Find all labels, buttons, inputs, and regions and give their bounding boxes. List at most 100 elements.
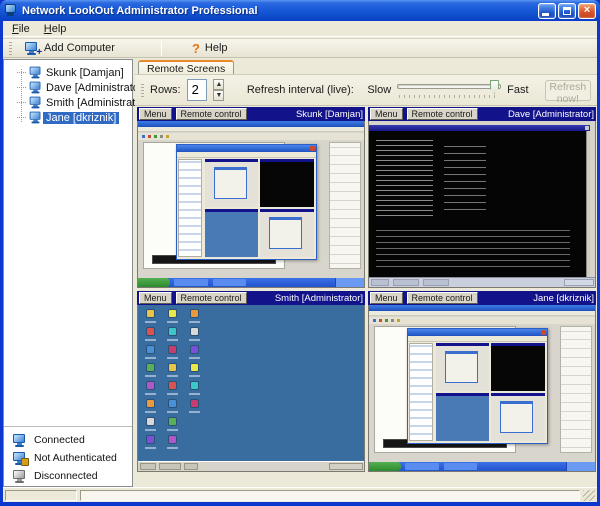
rows-increment-button[interactable]: ▲ (213, 79, 224, 90)
app-window: Network LookOut Administrator Profession… (0, 0, 600, 506)
system-tray (335, 278, 364, 287)
close-button[interactable]: × (578, 3, 596, 19)
nested-window-sidebar (409, 343, 432, 441)
tree-connector (17, 72, 26, 73)
toolbar-help-button[interactable]: ? Help (186, 40, 234, 57)
toolbar: + Add Computer ? Help (3, 38, 597, 58)
screen-controls-bar: Rows: 2 ▲ ▼ Refresh interval (live): Slo… (135, 74, 597, 106)
screen-remote-control-button[interactable]: Remote control (407, 292, 478, 304)
refresh-now-button[interactable]: Refresh now! (545, 80, 591, 101)
remote-app-menubar (369, 311, 595, 316)
remote-screen-panel-skunk: Menu Remote control Skunk [Damjan] (137, 107, 365, 288)
add-computer-button[interactable]: + Add Computer (18, 40, 121, 57)
computer-item-dave[interactable]: Dave [Administrator] (4, 80, 132, 95)
disconnected-computer-icon (12, 470, 27, 483)
nested-window-sidebar (178, 159, 201, 257)
window-body: File Help + Add Computer ? Help Skunk [D… (3, 21, 597, 502)
remote-screen-panel-jane: Menu Remote control Jane [dkriznik] (368, 291, 596, 472)
computer-icon (29, 67, 43, 79)
screen-menu-button[interactable]: Menu (139, 108, 172, 120)
tree-connector (17, 117, 26, 118)
screen-computer-name: Jane [dkriznik] (533, 293, 594, 304)
remote-screen-thumbnail[interactable] (137, 121, 365, 288)
remote-screen-thumbnail[interactable] (368, 305, 596, 472)
remote-app-menubar (138, 127, 364, 132)
remote-screen-panel-dave: Menu Remote control Dave [Administrator] (368, 107, 596, 288)
rows-decrement-button[interactable]: ▼ (213, 90, 224, 101)
add-computer-icon: + (24, 42, 39, 55)
remote-screens-grid: Menu Remote control Skunk [Damjan] (137, 107, 596, 472)
start-button (369, 462, 401, 471)
status-legend: Connected Not Authenticated Disconnected (4, 426, 132, 486)
computer-item-smith[interactable]: Smith [Administrator] (4, 95, 132, 110)
tab-remote-screens[interactable]: Remote Screens (138, 60, 234, 75)
refresh-slider-thumb[interactable] (490, 80, 499, 94)
tree-connector (17, 87, 26, 88)
screen-computer-name: Skunk [Damjan] (296, 109, 363, 120)
maximize-button[interactable] (558, 3, 576, 19)
nested-window-titlebar (408, 329, 546, 336)
screen-menu-button[interactable]: Menu (139, 292, 172, 304)
rows-label: Rows: (150, 84, 181, 96)
not-authenticated-computer-icon (12, 452, 27, 465)
rows-input[interactable]: 2 (187, 79, 208, 101)
tree-connector (17, 102, 26, 103)
menu-bar: File Help (3, 21, 597, 37)
nested-screens-grid (205, 159, 314, 257)
nested-admin-window (407, 328, 547, 444)
toolbar-grip[interactable] (9, 42, 12, 55)
title-bar[interactable]: Network LookOut Administrator Profession… (0, 0, 600, 21)
screen-remote-control-button[interactable]: Remote control (176, 108, 247, 120)
nested-window-titlebar (177, 145, 315, 152)
toolbar-separator (161, 41, 162, 56)
legend-disconnected-label: Disconnected (34, 470, 98, 482)
nested-window-toolbar (177, 152, 315, 158)
fast-label: Fast (507, 84, 528, 96)
console-scrollbar (586, 131, 590, 277)
legend-not-authenticated: Not Authenticated (4, 449, 132, 467)
remote-desktop-with-admin-app (369, 305, 595, 471)
slow-label: Slow (367, 84, 391, 96)
legend-not-authenticated-label: Not Authenticated (34, 452, 117, 464)
remote-screen-header: Menu Remote control Dave [Administrator] (368, 107, 596, 121)
remote-screen-thumbnail[interactable] (137, 305, 365, 472)
remote-screen-panel-smith: Menu Remote control Smith [Administrator… (137, 291, 365, 472)
screen-remote-control-button[interactable]: Remote control (176, 292, 247, 304)
remote-desktop-wallpaper (138, 305, 364, 471)
remote-screen-header: Menu Remote control Skunk [Damjan] (137, 107, 365, 121)
legend-disconnected: Disconnected (4, 467, 132, 485)
screen-remote-control-button[interactable]: Remote control (407, 108, 478, 120)
remote-screen-header: Menu Remote control Jane [dkriznik] (368, 291, 596, 305)
app-icon (4, 4, 18, 17)
computer-label: Jane [dkriznik] (43, 112, 119, 124)
computer-item-jane[interactable]: Jane [dkriznik] (4, 110, 132, 125)
window-controls: × (538, 3, 596, 19)
minimize-button[interactable] (538, 3, 556, 19)
controls-grip[interactable] (141, 84, 144, 97)
computer-list-sidebar: Skunk [Damjan] Dave [Administrator] Smit… (3, 59, 133, 487)
resize-grip[interactable] (583, 490, 595, 501)
computer-item-skunk[interactable]: Skunk [Damjan] (4, 65, 132, 80)
remote-screen-header: Menu Remote control Smith [Administrator… (137, 291, 365, 305)
computer-label: Dave [Administrator] (43, 82, 149, 94)
tab-strip: Remote Screens (135, 59, 597, 74)
computer-tree: Skunk [Damjan] Dave [Administrator] Smit… (4, 60, 132, 125)
remote-taskbar (369, 277, 595, 287)
remote-screen-thumbnail[interactable] (368, 121, 596, 288)
refresh-interval-slider[interactable] (397, 78, 501, 102)
menu-help[interactable]: Help (37, 22, 74, 36)
menu-file[interactable]: File (5, 22, 37, 36)
remote-desktop-console (369, 121, 595, 287)
nested-admin-window (176, 144, 316, 260)
screen-computer-name: Dave [Administrator] (508, 109, 594, 120)
system-tray (564, 279, 594, 286)
screen-menu-button[interactable]: Menu (370, 108, 403, 120)
refresh-interval-label: Refresh interval (live): (247, 84, 354, 96)
system-tray (566, 462, 595, 471)
add-computer-label: Add Computer (44, 42, 115, 54)
status-bar (3, 487, 597, 502)
computer-label: Skunk [Damjan] (43, 67, 127, 79)
screen-menu-button[interactable]: Menu (370, 292, 403, 304)
remote-app-toolbar (369, 317, 595, 324)
desktop-icons (142, 309, 204, 455)
